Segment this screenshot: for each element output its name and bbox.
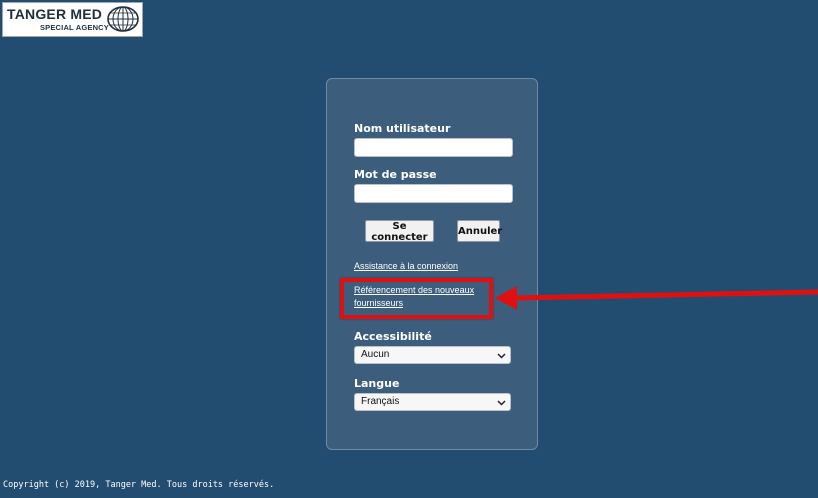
logo-sub-text: SPECIAL AGENCY	[39, 23, 109, 32]
cancel-button[interactable]: Annuler	[457, 220, 502, 242]
accessibility-selected-value: Aucun	[361, 349, 390, 360]
language-select[interactable]: Français	[354, 393, 511, 411]
copyright-footer: Copyright (c) 2019, Tanger Med. Tous dro…	[3, 480, 275, 490]
logo-wordmark: TANGER MED SPECIAL AGENCY	[7, 6, 109, 33]
language-label: Langue	[354, 377, 400, 390]
highlight-box	[340, 278, 493, 319]
password-label: Mot de passe	[354, 168, 437, 181]
red-arrow-annotation	[495, 286, 818, 310]
password-input[interactable]	[354, 184, 513, 203]
username-input[interactable]	[354, 138, 513, 157]
globe-icon	[107, 6, 139, 32]
login-panel: Nom utilisateur Mot de passe Se connecte…	[326, 78, 538, 450]
accessibility-label: Accessibilité	[354, 330, 432, 343]
username-label: Nom utilisateur	[354, 122, 451, 135]
connect-button[interactable]: Se connecter	[365, 220, 434, 243]
accessibility-select[interactable]: Aucun	[354, 346, 511, 364]
chevron-down-icon	[497, 400, 506, 406]
language-selected-value: Français	[361, 396, 400, 407]
logo: TANGER MED SPECIAL AGENCY	[2, 2, 143, 37]
assistance-link[interactable]: Assistance à la connexion	[354, 260, 458, 273]
chevron-down-icon	[497, 353, 506, 359]
logo-main-text: TANGER MED	[7, 6, 103, 22]
